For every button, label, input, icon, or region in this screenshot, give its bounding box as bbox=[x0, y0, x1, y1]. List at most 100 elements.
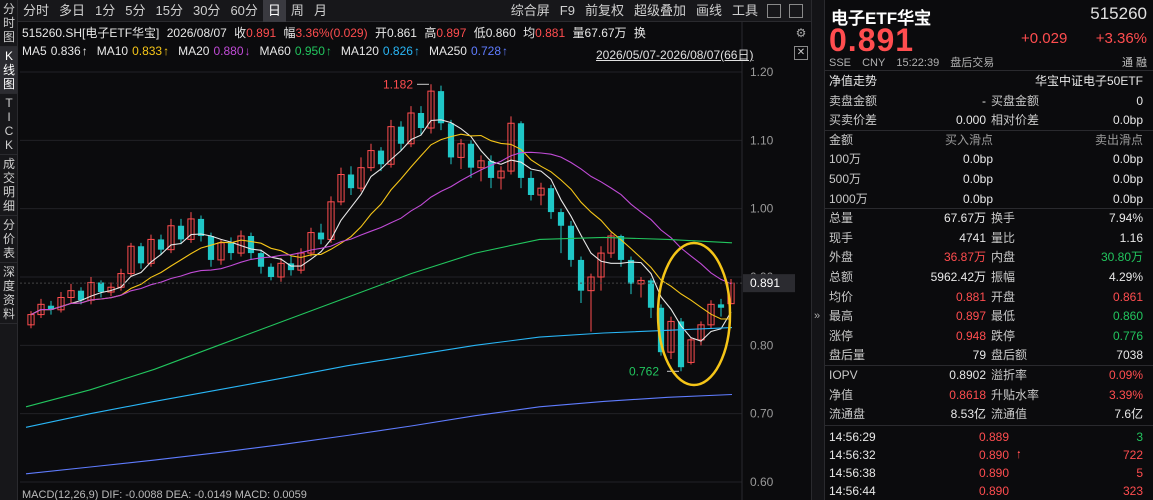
toolbar-item-2[interactable]: 前复权 bbox=[580, 0, 629, 22]
info-value: 36.87万 bbox=[943, 250, 986, 265]
candle-body bbox=[627, 259, 635, 284]
info-value: 0.0bp bbox=[1112, 113, 1143, 128]
tick-row: 14:56:44 0.890 323 bbox=[825, 482, 1153, 500]
info-row: IOPV 0.8902 溢折率 0.09% bbox=[825, 366, 1153, 385]
toolbar-item-4[interactable]: 画线 bbox=[691, 0, 727, 22]
info-label: 卖盘金额 bbox=[829, 93, 878, 108]
legend-symbol: 515260.SH[电子ETF华宝] bbox=[22, 26, 160, 40]
legend-close-label: 收 bbox=[234, 26, 247, 40]
info-value: 4.29% bbox=[1108, 270, 1143, 284]
tick-time: 14:56:29 bbox=[829, 430, 876, 444]
current-price-tag-label: 0.891 bbox=[750, 276, 780, 290]
candle-body bbox=[547, 188, 555, 213]
info-value: 0.8618 bbox=[949, 387, 986, 402]
info-value: 7.94% bbox=[1108, 211, 1143, 226]
info-value: 7.6亿 bbox=[1114, 407, 1143, 422]
window-maximize-icon[interactable] bbox=[789, 3, 803, 18]
candle-body bbox=[227, 242, 235, 254]
toolbar-item-5[interactable]: 工具 bbox=[727, 0, 763, 22]
candle-body bbox=[347, 174, 355, 189]
toolbar-item-0[interactable]: 综合屏 bbox=[506, 0, 555, 22]
info-value: 3.39% bbox=[1108, 387, 1143, 402]
info-row: 净值走势 华宝中证电子50ETF bbox=[825, 72, 1153, 91]
info-value: 0.0bp bbox=[962, 172, 993, 186]
tab-period-8[interactable]: 周 bbox=[286, 0, 309, 22]
kline-chart-panel[interactable]: 1.201.101.000.900.800.700.600.8911.1820.… bbox=[18, 22, 811, 500]
kline-chart[interactable]: 1.201.101.000.900.800.700.600.8911.1820.… bbox=[18, 22, 811, 500]
info-value: 0.948 bbox=[955, 328, 986, 343]
candle-body bbox=[467, 143, 475, 168]
candle-body bbox=[157, 239, 165, 250]
info-value: 79 bbox=[972, 348, 986, 363]
candle-body bbox=[717, 304, 725, 308]
info-value: 0 bbox=[1136, 93, 1143, 108]
candle-body bbox=[647, 280, 655, 308]
window-restore-icon[interactable] bbox=[767, 3, 781, 18]
toolbar-item-3[interactable]: 超级叠加 bbox=[629, 0, 691, 22]
ma-value: 0.950 bbox=[294, 44, 325, 58]
view-tab-5[interactable]: 深度资料 bbox=[0, 263, 18, 324]
view-tab-1[interactable]: K线图 bbox=[0, 47, 18, 94]
price-change: +0.029 bbox=[1021, 30, 1068, 47]
info-value: 0.861 bbox=[1112, 289, 1143, 304]
info-value: - bbox=[982, 93, 986, 108]
info-label: IOPV bbox=[829, 368, 858, 382]
info-label: 内盘 bbox=[991, 250, 1016, 265]
collapse-panel-handle[interactable]: » bbox=[811, 0, 825, 500]
tab-period-6[interactable]: 60分 bbox=[225, 0, 262, 22]
date-range-label[interactable]: 2026/05/07-2026/08/07(66日) bbox=[596, 46, 753, 63]
candle-body bbox=[97, 282, 105, 293]
info-label: 流通盘 bbox=[829, 407, 866, 422]
legend-open-label: 开 bbox=[374, 26, 387, 40]
ma-legend-ma10: MA10 0.833↑ bbox=[97, 44, 177, 58]
candle-body bbox=[377, 150, 385, 165]
candle-body bbox=[267, 266, 275, 277]
info-row: 流通盘 8.53亿 流通值 7.6亿 bbox=[825, 405, 1153, 424]
toolbar-tools: 综合屏 F9 前复权 超级叠加 画线 工具 bbox=[506, 0, 763, 22]
info-row: 均价 0.881 开盘 0.861 bbox=[825, 288, 1153, 307]
view-tab-4[interactable]: 分价表 bbox=[0, 216, 18, 263]
tab-period-3[interactable]: 5分 bbox=[120, 0, 150, 22]
tab-period-2[interactable]: 1分 bbox=[90, 0, 120, 22]
info-label: 相对价差 bbox=[991, 113, 1040, 128]
chevron-right-icon[interactable]: » bbox=[814, 310, 820, 322]
nav-trend-link[interactable]: 净值走势 bbox=[829, 72, 877, 91]
info-row: 涨停 0.948 跌停 0.776 bbox=[825, 327, 1153, 346]
gear-icon[interactable]: ⚙ bbox=[794, 26, 808, 40]
info-label: 均价 bbox=[829, 289, 854, 304]
tab-period-0[interactable]: 分时 bbox=[18, 0, 54, 22]
info-label: 1000万 bbox=[829, 191, 868, 206]
info-label: 振幅 bbox=[991, 270, 1016, 284]
close-icon[interactable]: ✕ bbox=[794, 46, 808, 60]
info-value: 0.860 bbox=[1112, 309, 1143, 324]
view-tab-2[interactable]: TICK bbox=[0, 94, 18, 155]
toolbar-item-1[interactable]: F9 bbox=[555, 0, 580, 22]
info-label: 现手 bbox=[829, 230, 854, 245]
ma-legend-ma20: MA20 0.880↓ bbox=[178, 44, 258, 58]
info-label: 100万 bbox=[829, 152, 862, 167]
candle-body bbox=[137, 246, 145, 264]
info-value: 67.67万 bbox=[943, 211, 986, 226]
info-label: 涨停 bbox=[829, 328, 854, 343]
ma-label: MA5 bbox=[22, 44, 47, 58]
info-row: 净值 0.8618 升贴水率 3.39% bbox=[825, 386, 1153, 405]
tab-period-4[interactable]: 15分 bbox=[151, 0, 188, 22]
view-tab-0[interactable]: 分时图 bbox=[0, 0, 18, 47]
tab-period-7[interactable]: 日 bbox=[262, 0, 286, 22]
ma-arrow: ↑ bbox=[502, 44, 509, 58]
tab-period-5[interactable]: 30分 bbox=[188, 0, 225, 22]
legend-low: 0.860 bbox=[485, 26, 516, 40]
view-tab-3[interactable]: 成交明细 bbox=[0, 155, 18, 216]
y-tick-label: 1.10 bbox=[750, 133, 774, 147]
info-value: 0.0bp bbox=[962, 191, 993, 206]
info-label: 量比 bbox=[991, 230, 1016, 245]
ma-arrow: ↑ bbox=[325, 44, 332, 58]
tab-period-9[interactable]: 月 bbox=[309, 0, 332, 22]
min-price-label: 0.762 bbox=[629, 364, 659, 378]
legend-low-label: 低 bbox=[473, 26, 486, 40]
tab-period-1[interactable]: 多日 bbox=[54, 0, 90, 22]
up-arrow-icon: 🠑 bbox=[1017, 450, 1021, 461]
tick-volume: 722 bbox=[1122, 448, 1143, 462]
info-label: 跌停 bbox=[991, 328, 1016, 343]
info-label: 盘后量 bbox=[829, 348, 866, 363]
